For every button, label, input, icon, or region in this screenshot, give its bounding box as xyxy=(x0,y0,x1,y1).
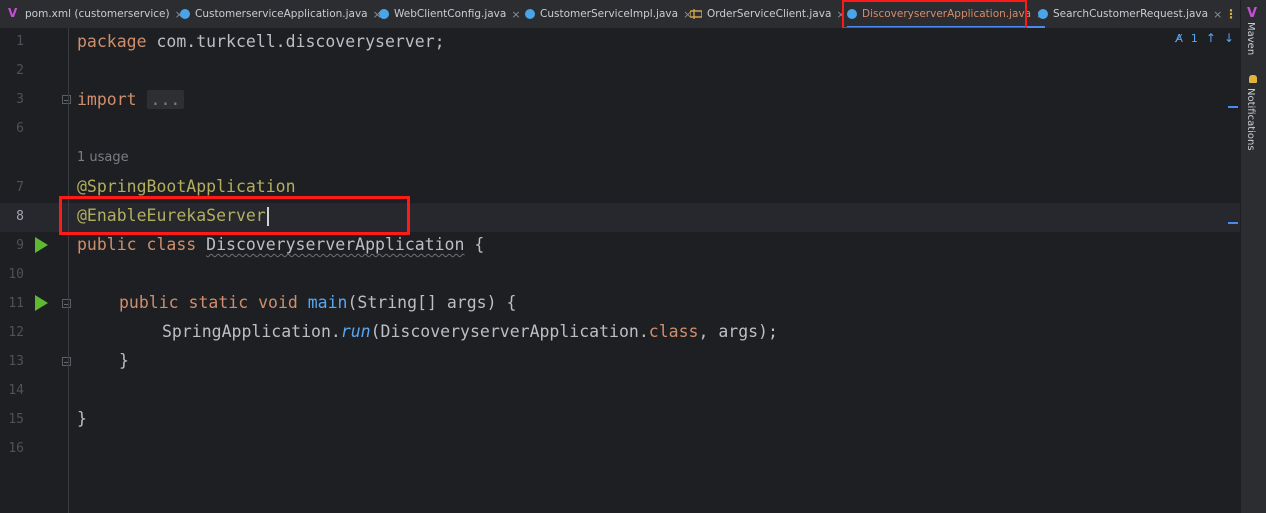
java-interface-icon xyxy=(690,9,702,19)
notifications-icon[interactable] xyxy=(1249,75,1257,83)
tab-label: CustomerServiceImpl.java xyxy=(540,8,679,20)
fold-icon[interactable]: − xyxy=(62,357,71,367)
line-number: 2 xyxy=(16,63,24,78)
line-number: 6 xyxy=(16,121,24,136)
code-line-15: } xyxy=(77,409,87,428)
close-icon[interactable]: × xyxy=(511,8,520,21)
line-number: 14 xyxy=(8,383,24,398)
run-target: SpringApplication. xyxy=(162,322,341,341)
tab-label: CustomerserviceApplication.java xyxy=(195,8,368,20)
java-class-icon xyxy=(379,9,389,19)
tab-customerservice-application[interactable]: CustomerserviceApplication.java × xyxy=(180,0,382,28)
tab-label: pom.xml (customerservice) xyxy=(25,8,170,20)
method-name: main xyxy=(307,293,348,312)
java-class-icon xyxy=(1038,9,1048,19)
tab-searchcustomerrequest[interactable]: SearchCustomerRequest.java × xyxy=(1038,0,1222,28)
package-name: com.turkcell.discoveryserver; xyxy=(146,32,445,51)
tab-customerserviceimpl[interactable]: CustomerServiceImpl.java × xyxy=(525,0,692,28)
code-line-3: import ... xyxy=(77,90,185,109)
code-editor[interactable]: 1 2 3 6 7 8 9 10 11 12 13 14 15 16 − − −… xyxy=(0,28,1240,513)
code-line-7: @SpringBootApplication xyxy=(77,177,296,196)
run-args: , args); xyxy=(698,322,778,341)
code-line-9: public class DiscoveryserverApplication … xyxy=(77,235,484,254)
run-args: (DiscoveryserverApplication. xyxy=(370,322,649,341)
line-number: 10 xyxy=(8,267,24,282)
right-tool-strip: V Maven Notifications xyxy=(1240,0,1266,513)
gutter-separator xyxy=(68,28,69,513)
line-number: 15 xyxy=(8,412,24,427)
highlight-box-tab xyxy=(842,0,1027,29)
tab-webclientconfig[interactable]: WebClientConfig.java × xyxy=(379,0,521,28)
line-number: 3 xyxy=(16,92,24,107)
line-number: 1 xyxy=(16,34,24,49)
keyword: public class xyxy=(77,235,207,254)
fold-icon[interactable]: − xyxy=(62,95,71,105)
class-name: DiscoveryserverApplication xyxy=(206,235,465,254)
maven-icon: V xyxy=(8,6,18,20)
line-number: 7 xyxy=(16,180,24,195)
inspection-widget[interactable]: A̸ 1 ↑ ↓ xyxy=(1175,31,1234,45)
scroll-marker[interactable] xyxy=(1228,222,1238,224)
tab-pom-xml[interactable]: V pom.xml (customerservice) × xyxy=(8,0,184,28)
code-line-11: public static void main(String[] args) { xyxy=(119,293,516,312)
keyword: import xyxy=(77,90,137,109)
method-call: run xyxy=(340,322,371,341)
maven-tool-button[interactable]: Maven xyxy=(1245,22,1256,55)
keyword: package xyxy=(77,32,147,51)
java-class-icon xyxy=(525,9,535,19)
scroll-marker[interactable] xyxy=(1228,106,1238,108)
close-icon[interactable]: × xyxy=(1213,8,1222,21)
ide-window: V pom.xml (customerservice) × Customerse… xyxy=(0,0,1266,513)
brace: } xyxy=(77,409,87,428)
code-line-12: SpringApplication.run(DiscoveryserverApp… xyxy=(162,322,778,341)
line-number: 8 xyxy=(16,209,24,224)
line-number: 13 xyxy=(8,354,24,369)
line-number: 12 xyxy=(8,325,24,340)
brace: } xyxy=(119,351,129,370)
tab-label: WebClientConfig.java xyxy=(394,8,507,20)
method-params: (String[] args) { xyxy=(347,293,517,312)
keyword: public static void xyxy=(119,293,308,312)
line-number: 11 xyxy=(8,296,24,311)
more-tabs-icon[interactable]: ⋮ xyxy=(1222,0,1240,28)
keyword: class xyxy=(648,322,699,341)
brace: { xyxy=(464,235,485,254)
tab-label: OrderServiceClient.java xyxy=(707,8,832,20)
tab-orderserviceclient[interactable]: OrderServiceClient.java × xyxy=(690,0,846,28)
inspection-count: 1 xyxy=(1190,31,1198,45)
fold-icon[interactable]: − xyxy=(62,299,71,309)
tab-label: SearchCustomerRequest.java xyxy=(1053,8,1209,20)
code-line-13: } xyxy=(119,351,129,370)
run-class-icon[interactable] xyxy=(35,237,48,253)
maven-icon[interactable]: V xyxy=(1247,6,1257,21)
code-line-1: package com.turkcell.discoveryserver; xyxy=(77,32,445,51)
java-class-icon xyxy=(180,9,190,19)
arrow-up-icon[interactable]: ↑ xyxy=(1206,31,1216,45)
annotation: @SpringBootApplication xyxy=(77,177,296,196)
line-number: 16 xyxy=(8,441,24,456)
usage-hint[interactable]: 1 usage xyxy=(77,150,129,165)
editor-tab-bar: V pom.xml (customerservice) × Customerse… xyxy=(0,0,1240,29)
highlight-box-annotation xyxy=(59,196,410,235)
arrow-down-icon[interactable]: ↓ xyxy=(1224,31,1234,45)
line-number: 9 xyxy=(16,238,24,253)
folded-imports[interactable]: ... xyxy=(146,90,185,109)
notifications-tool-button[interactable]: Notifications xyxy=(1245,88,1256,151)
typo-inspection-icon[interactable]: A̸ xyxy=(1175,32,1183,45)
run-main-icon[interactable] xyxy=(35,295,48,311)
gutter: 1 2 3 6 7 8 9 10 11 12 13 14 15 16 − − − xyxy=(0,28,71,513)
